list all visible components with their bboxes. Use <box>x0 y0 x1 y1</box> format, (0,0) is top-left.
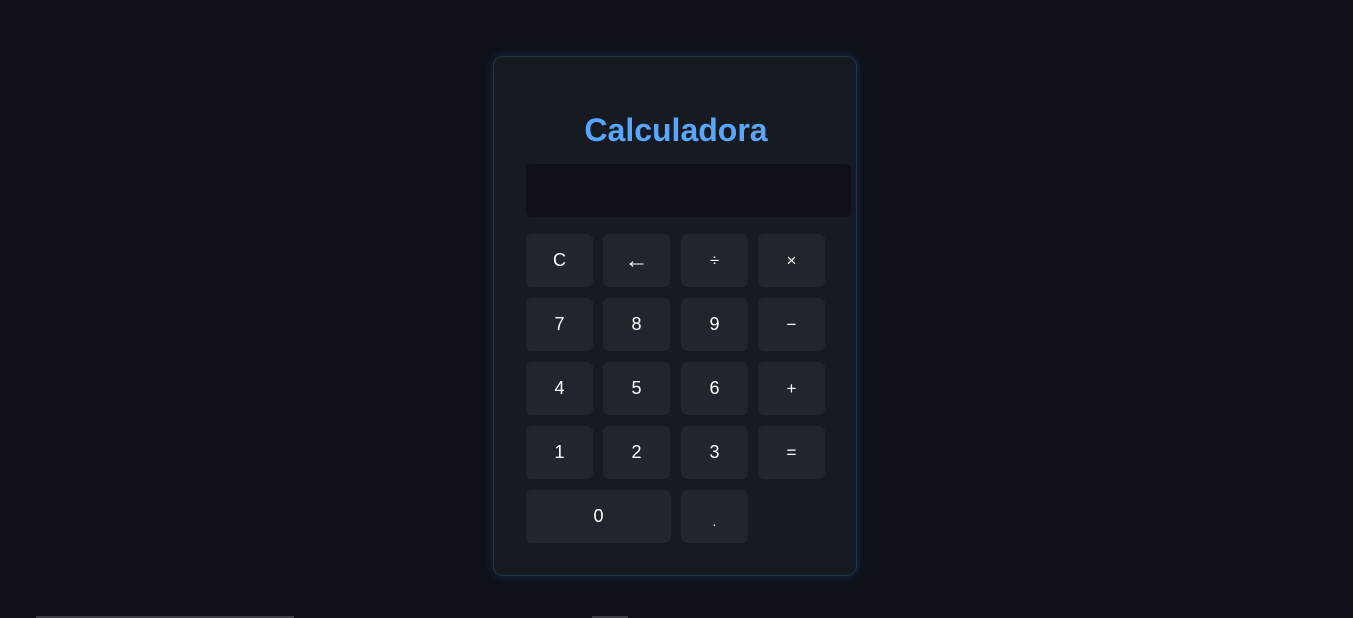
backspace-button[interactable]: ← <box>603 234 670 287</box>
multiply-button[interactable]: × <box>758 234 825 287</box>
digit-0-button[interactable]: 0 <box>526 490 671 543</box>
calculator-title: Calculadora <box>584 112 768 148</box>
decimal-button[interactable]: . <box>681 490 748 543</box>
digit-2-button[interactable]: 2 <box>603 426 670 479</box>
add-button[interactable]: + <box>758 362 825 415</box>
equals-button[interactable]: = <box>758 426 825 479</box>
digit-3-button[interactable]: 3 <box>681 426 748 479</box>
digit-5-button[interactable]: 5 <box>603 362 670 415</box>
digit-9-button[interactable]: 9 <box>681 298 748 351</box>
digit-7-button[interactable]: 7 <box>526 298 593 351</box>
calculator-display[interactable] <box>526 164 851 217</box>
subtract-button[interactable]: − <box>758 298 825 351</box>
digit-6-button[interactable]: 6 <box>681 362 748 415</box>
clear-button[interactable]: C <box>526 234 593 287</box>
digit-8-button[interactable]: 8 <box>603 298 670 351</box>
calculator-panel: Calculadora C ← ÷ × 7 8 9 − 4 5 6 + 1 2 … <box>493 56 857 576</box>
digit-4-button[interactable]: 4 <box>526 362 593 415</box>
divide-button[interactable]: ÷ <box>681 234 748 287</box>
digit-1-button[interactable]: 1 <box>526 426 593 479</box>
